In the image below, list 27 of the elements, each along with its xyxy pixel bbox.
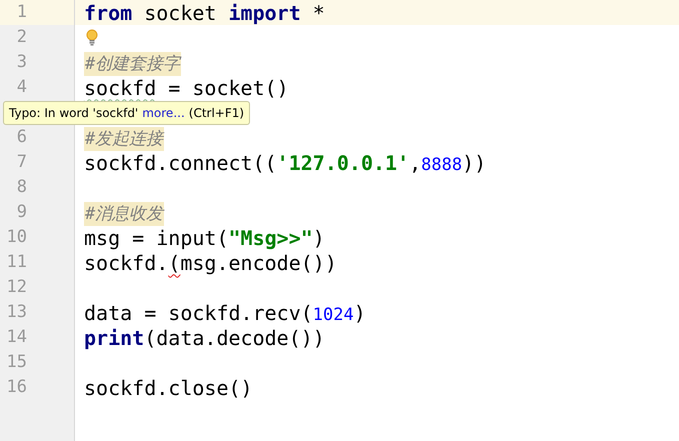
code-line: from socket import * xyxy=(84,2,325,24)
code-line: sockfd.(msg.encode()) xyxy=(84,252,337,274)
code-line: msg = input("Msg>>") xyxy=(84,226,325,248)
code-line: print(data.decode()) xyxy=(84,326,325,348)
line-number: 8 xyxy=(16,179,27,196)
code-line: sockfd = socket() xyxy=(84,76,289,98)
line-number: 4 xyxy=(16,79,27,96)
line-number: 6 xyxy=(16,129,27,146)
line-number: 13 xyxy=(6,304,27,321)
line-number: 7 xyxy=(16,154,27,171)
code-line: sockfd.connect(('127.0.0.1',8888)) xyxy=(84,152,486,174)
line-number: 15 xyxy=(6,354,27,371)
line-number: 10 xyxy=(6,229,27,246)
line-number: 2 xyxy=(16,29,27,46)
line-number: 3 xyxy=(16,54,27,71)
lightbulb-icon[interactable] xyxy=(86,29,98,46)
code-line: data = sockfd.recv(1024) xyxy=(84,302,366,324)
line-number: 14 xyxy=(6,329,27,346)
shortcut-hint: (Ctrl+F1) xyxy=(188,106,244,120)
line-number: 11 xyxy=(6,254,27,271)
line-number: 1 xyxy=(16,4,27,21)
line-number: 12 xyxy=(6,279,27,296)
tooltip-message: Typo: In word 'sockfd' xyxy=(9,106,138,120)
line-number: 9 xyxy=(16,204,27,221)
code-line: sockfd.close() xyxy=(84,376,253,398)
line-number: 16 xyxy=(6,379,27,396)
more-link[interactable]: more... xyxy=(142,106,185,120)
